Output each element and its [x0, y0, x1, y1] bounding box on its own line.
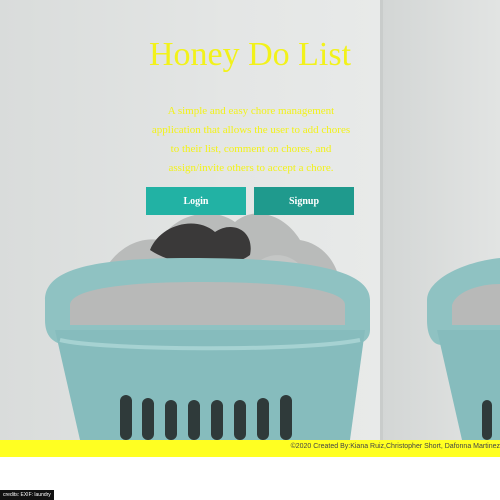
footer: ©2020 Created By:Kiana Ruiz,Christopher … [0, 440, 500, 457]
image-credit-badge: credits: EXIF: laundry [0, 490, 54, 500]
login-button[interactable]: Login [146, 187, 246, 215]
signup-button[interactable]: Signup [254, 187, 354, 215]
page-title: Honey Do List [148, 36, 352, 73]
app-description: A simple and easy chore management appli… [151, 105, 351, 174]
hero-section: Honey Do List A simple and easy chore ma… [0, 0, 382, 440]
footer-credits: ©2020 Created By:Kiana Ruiz,Christopher … [290, 443, 500, 450]
